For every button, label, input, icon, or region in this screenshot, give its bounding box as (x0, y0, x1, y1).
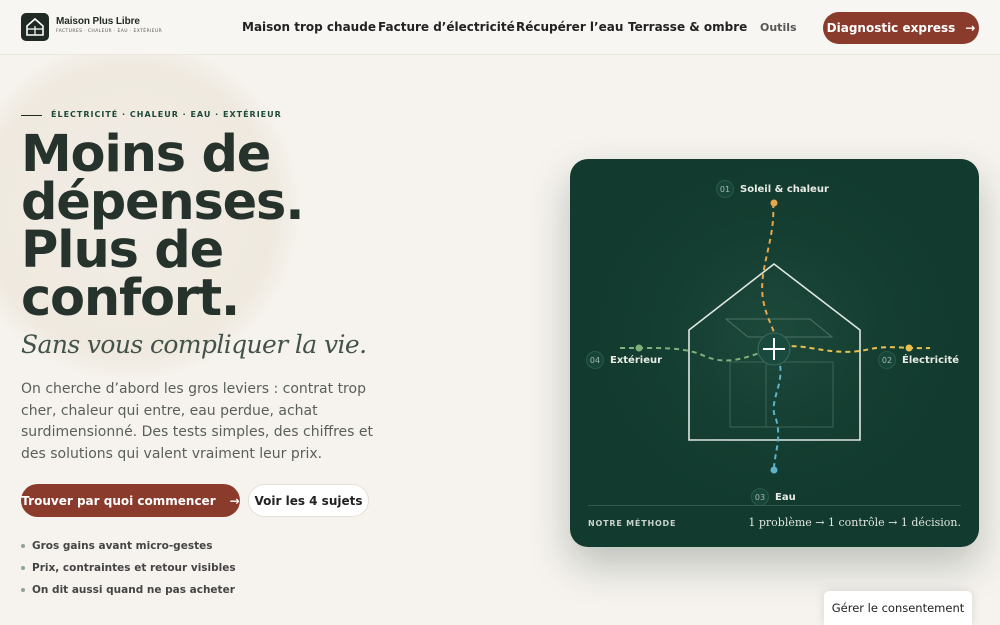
diagram-label-number: 04 (586, 351, 604, 369)
diagnostic-express-label: Diagnostic express (826, 21, 956, 35)
diagram-label-exterieur: 04 Extérieur (586, 351, 662, 369)
sun-node (770, 199, 778, 207)
bullet-dot-icon (21, 566, 25, 570)
eyebrow-divider (21, 115, 42, 116)
arrow-right-icon: → (229, 493, 240, 508)
site-header: Maison Plus Libre FACTURES · CHALEUR · E… (0, 0, 1000, 55)
start-button-label: Trouver par quoi commencer (21, 493, 216, 508)
water-node (770, 466, 778, 474)
hero-eyebrow: ÉLECTRICITÉ · CHALEUR · EAU · EXTÉRIEUR (51, 110, 282, 119)
hero-title: Moins de dépenses. Plus de confort. (21, 125, 441, 328)
list-item-label: Prix, contraintes et retour visibles (32, 562, 236, 574)
hero-title-line: Plus de (21, 221, 224, 280)
diagram-label-text: Électricité (902, 354, 960, 366)
arrow-right-icon: → (965, 21, 976, 35)
diagram-label-soleil: 01 Soleil & chaleur (716, 180, 829, 198)
benefit-list: Gros gains avant micro-gestes Prix, cont… (21, 535, 236, 601)
diagram-label-electricite: 02 Électricité (878, 351, 959, 369)
diagnostic-express-button[interactable]: Diagnostic express → (823, 12, 979, 44)
brand-tagline: FACTURES · CHALEUR · EAU · EXTÉRIEUR (56, 29, 163, 34)
diagram-label-number: 03 (751, 488, 769, 506)
diagram-label-text: Soleil & chaleur (740, 183, 829, 195)
list-item-label: Gros gains avant micro-gestes (32, 540, 213, 552)
hero-title-line: dépenses. (21, 173, 305, 232)
diagram-label-number: 02 (878, 351, 896, 369)
brand[interactable]: Maison Plus Libre FACTURES · CHALEUR · E… (56, 16, 162, 34)
list-item-label: On dit aussi quand ne pas acheter (32, 584, 235, 596)
nav-link-terrasse-ombre[interactable]: Terrasse & ombre (628, 20, 747, 34)
nav-link-outils[interactable]: Outils (760, 21, 797, 34)
method-text: 1 problème → 1 contrôle → 1 décision. (748, 516, 961, 529)
bullet-dot-icon (21, 588, 25, 592)
card-divider (588, 505, 961, 506)
list-item: Gros gains avant micro-gestes (21, 535, 236, 557)
diagram-label-eau: 03 Eau (751, 488, 796, 506)
brand-name: Maison Plus Libre (56, 16, 140, 27)
hero-title-line: Moins de (21, 125, 271, 184)
diagram-label-text: Extérieur (610, 354, 663, 366)
list-item: Prix, contraintes et retour visibles (21, 557, 236, 579)
bullet-dot-icon (21, 544, 25, 548)
diagram-label-number: 01 (716, 180, 734, 198)
consent-button[interactable]: Gérer le consentement (824, 591, 972, 625)
diagram-label-text: Eau (775, 491, 796, 503)
see-topics-button[interactable]: Voir les 4 sujets (248, 484, 369, 517)
house-logo-icon[interactable] (21, 13, 49, 41)
nav-link-maison-trop-chaude[interactable]: Maison trop chaude (242, 20, 376, 34)
nav-link-recuperer-eau[interactable]: Récupérer l’eau (516, 20, 623, 34)
start-button[interactable]: Trouver par quoi commencer → (21, 484, 240, 517)
method-label: NOTRE MÉTHODE (588, 519, 677, 528)
hero-paragraph: On cherche d’abord les gros leviers : co… (21, 381, 374, 462)
method-diagram-card: 01 Soleil & chaleur 02 Électricité 03 Ea… (570, 159, 979, 547)
list-item: On dit aussi quand ne pas acheter (21, 579, 236, 601)
hero-title-line: confort. (21, 269, 240, 328)
hero-subtitle: Sans vous compliquer la vie. (21, 330, 367, 359)
nav-link-facture-electricite[interactable]: Facture d’électricité (378, 20, 515, 34)
